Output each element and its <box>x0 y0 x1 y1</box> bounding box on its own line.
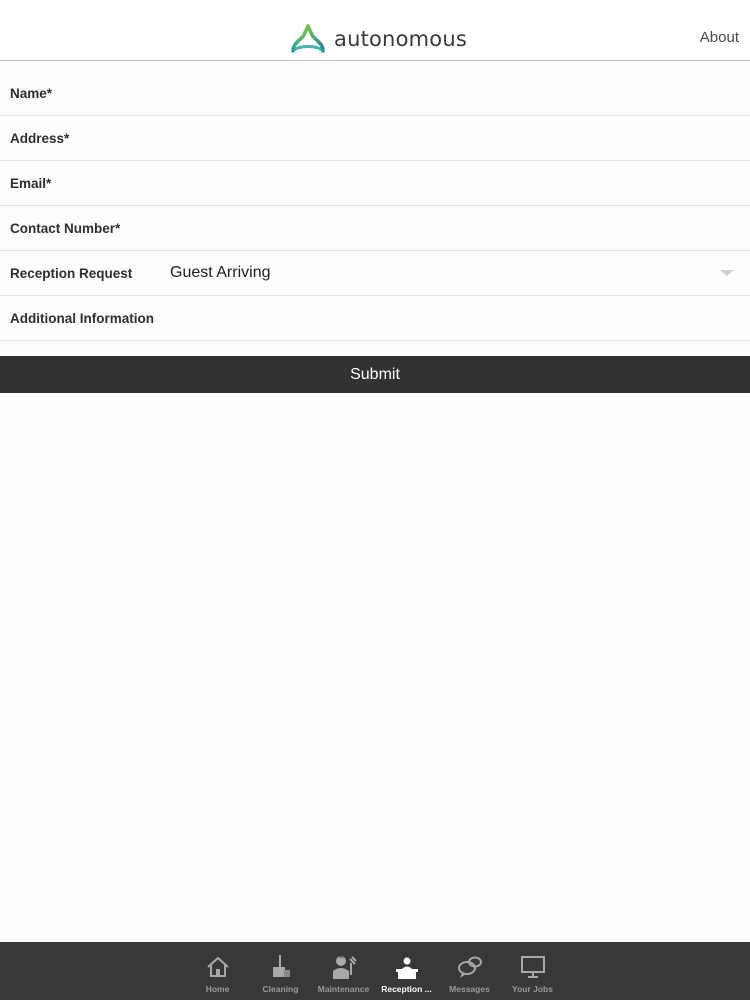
tab-label: Messages <box>449 984 490 994</box>
maintenance-icon <box>332 956 357 979</box>
email-field[interactable] <box>165 161 750 205</box>
email-label: Email* <box>10 176 52 191</box>
messages-icon <box>457 956 482 978</box>
reception-request-select[interactable]: Reception Request Guest Arriving <box>0 251 750 296</box>
contact-number-field[interactable] <box>165 206 750 250</box>
reception-request-label: Reception Request <box>10 266 133 281</box>
address-row: Address* <box>0 116 750 161</box>
monitor-icon <box>520 956 545 978</box>
name-field[interactable] <box>165 71 750 115</box>
tab-label: Cleaning <box>262 984 299 994</box>
additional-information-field[interactable] <box>165 296 750 340</box>
chevron-down-icon[interactable] <box>720 270 734 276</box>
address-field[interactable] <box>165 116 750 160</box>
email-row: Email* <box>0 161 750 206</box>
app-root: autonomous About Name* Address* Email* C… <box>0 0 750 1000</box>
tab-messages[interactable]: Messages <box>438 942 501 1000</box>
tab-home[interactable]: Home <box>186 942 249 1000</box>
about-link[interactable]: About <box>700 29 739 46</box>
tab-label: Home <box>205 984 230 994</box>
additional-information-row: Additional Information <box>0 296 750 341</box>
tab-reception[interactable]: Reception ... <box>375 942 438 1000</box>
header-bar: autonomous About <box>0 0 750 61</box>
address-label: Address* <box>10 131 70 146</box>
additional-information-label: Additional Information <box>10 311 154 326</box>
home-icon <box>206 956 229 977</box>
tab-label: Maintenance <box>317 984 370 994</box>
contact-number-label: Contact Number* <box>10 221 121 236</box>
reception-form: Name* Address* Email* Contact Number* Re… <box>0 71 750 341</box>
autonomous-logo-icon <box>291 24 325 53</box>
contact-number-row: Contact Number* <box>0 206 750 251</box>
cleaning-icon <box>272 955 290 977</box>
name-label: Name* <box>10 86 53 101</box>
reception-request-value[interactable]: Guest Arriving <box>170 264 270 282</box>
bottom-tab-bar: Home Cleaning Maintenance Reception ... … <box>0 942 750 1000</box>
tab-your-jobs[interactable]: Your Jobs <box>501 942 564 1000</box>
reception-icon <box>395 957 418 979</box>
brand: autonomous <box>290 22 467 56</box>
submit-button[interactable]: Submit <box>0 356 750 393</box>
tab-label: Reception ... <box>381 984 432 994</box>
tab-label: Your Jobs <box>512 984 553 994</box>
tab-maintenance[interactable]: Maintenance <box>312 942 375 1000</box>
brand-name: autonomous <box>334 27 467 51</box>
name-row: Name* <box>0 71 750 116</box>
tab-cleaning[interactable]: Cleaning <box>249 942 312 1000</box>
